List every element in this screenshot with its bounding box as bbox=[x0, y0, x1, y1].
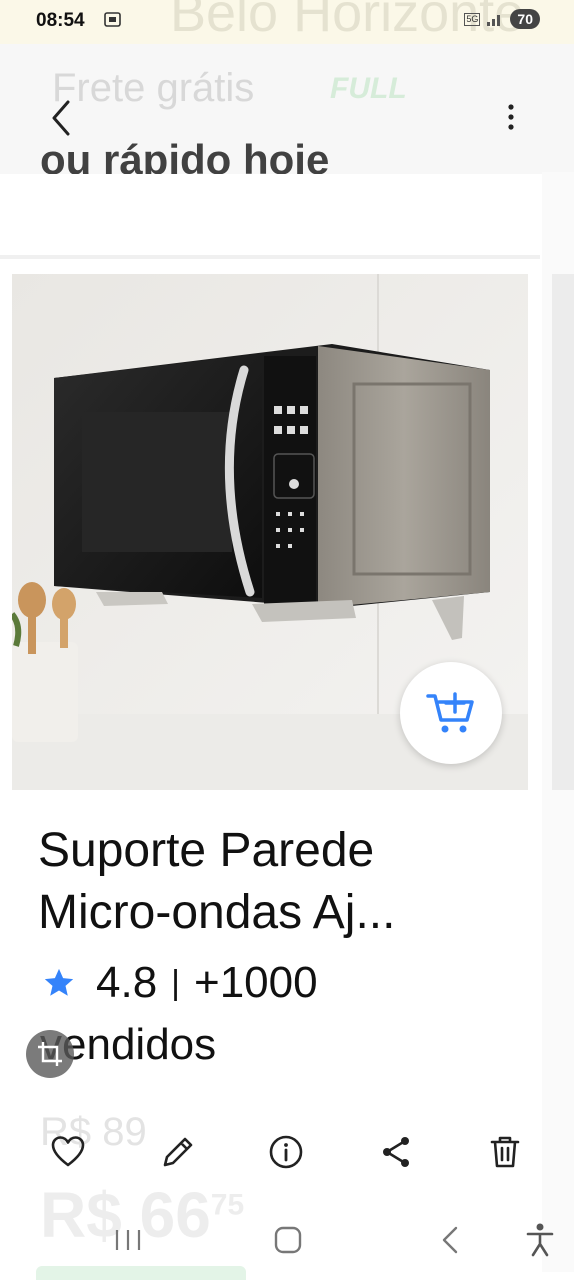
signal-icon bbox=[487, 15, 501, 26]
battery-indicator: 70 bbox=[510, 9, 540, 29]
nav-back-icon[interactable] bbox=[430, 1220, 470, 1260]
system-nav-bar bbox=[0, 1208, 574, 1270]
gallery-toolbar bbox=[0, 1120, 574, 1184]
free-shipping-label: Frete grátis bbox=[52, 66, 255, 110]
divider bbox=[0, 255, 540, 259]
status-bar: Belo Horizonte 08:54 5G 70 bbox=[0, 0, 574, 44]
rating-value: 4.8 bbox=[96, 958, 158, 1007]
add-to-cart-button[interactable] bbox=[400, 662, 502, 764]
app-bar: Frete grátis FULL ou rápido hoje bbox=[0, 44, 574, 174]
heart-icon[interactable] bbox=[50, 1134, 86, 1170]
crop-glyph bbox=[38, 1042, 62, 1066]
network-badge: 5G bbox=[464, 12, 481, 26]
rating-row: 4.8 | +1000 bbox=[42, 958, 318, 1008]
full-badge: FULL bbox=[330, 72, 407, 105]
status-indicators: 5G 70 bbox=[464, 9, 540, 29]
info-icon[interactable] bbox=[268, 1134, 304, 1170]
trash-icon[interactable] bbox=[487, 1134, 523, 1170]
status-time: 08:54 bbox=[36, 10, 85, 31]
sold-count: +1000 bbox=[194, 958, 318, 1007]
product-title-line-2: Micro-ondas Aj... bbox=[38, 886, 396, 939]
recent-apps-icon[interactable] bbox=[108, 1220, 148, 1260]
rating-separator: | bbox=[171, 963, 181, 1002]
next-card-image-edge bbox=[552, 274, 574, 790]
product-title[interactable]: Suporte Parede Micro-ondas Aj... bbox=[38, 820, 508, 944]
crop-icon[interactable] bbox=[26, 1030, 74, 1078]
pencil-icon[interactable] bbox=[160, 1134, 196, 1170]
more-vertical-icon[interactable] bbox=[496, 98, 526, 138]
share-icon[interactable] bbox=[378, 1134, 414, 1170]
fast-delivery-label: ou rápido hoje bbox=[40, 136, 330, 174]
product-title-line-1: Suporte Parede bbox=[38, 824, 375, 877]
star-icon bbox=[44, 968, 74, 996]
add-to-cart-icon bbox=[426, 692, 474, 733]
home-icon[interactable] bbox=[268, 1220, 308, 1260]
accessibility-icon[interactable] bbox=[520, 1220, 560, 1260]
chevron-left-icon[interactable] bbox=[44, 98, 80, 138]
screenshot-icon bbox=[104, 12, 121, 27]
